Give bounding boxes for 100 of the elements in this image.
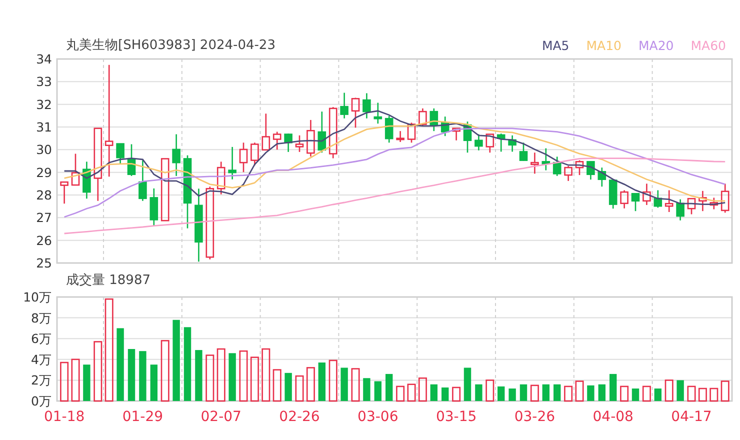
volume-bar bbox=[139, 351, 146, 401]
candlestick bbox=[328, 107, 338, 158]
candlestick bbox=[384, 116, 394, 143]
volume-bar bbox=[396, 386, 405, 402]
candlestick bbox=[720, 184, 730, 213]
candlestick bbox=[116, 143, 124, 164]
candlestick bbox=[463, 122, 472, 153]
volume-bar bbox=[554, 384, 561, 401]
volume-bar bbox=[295, 375, 304, 402]
volume-bar bbox=[250, 356, 259, 402]
volume-bar bbox=[60, 362, 69, 402]
candlestick bbox=[654, 190, 662, 208]
axis-label: 33 bbox=[36, 74, 52, 90]
axis-label: 01-18 bbox=[44, 409, 85, 425]
candlestick bbox=[127, 144, 136, 176]
volume-bar bbox=[710, 388, 718, 402]
legend-item: MA60 bbox=[690, 36, 726, 55]
candlestick bbox=[239, 142, 248, 172]
candlestick bbox=[418, 108, 427, 126]
volume-bar bbox=[318, 362, 326, 401]
axis-label: 03-06 bbox=[358, 409, 398, 425]
axis-label: 28 bbox=[36, 188, 52, 202]
candlestick bbox=[698, 190, 707, 212]
candlestick bbox=[340, 92, 348, 118]
candlestick bbox=[138, 160, 147, 201]
candlestick bbox=[564, 166, 572, 181]
volume-bar bbox=[486, 380, 494, 402]
candlestick bbox=[631, 192, 640, 212]
volume-bar bbox=[150, 364, 158, 401]
candlestick bbox=[172, 134, 180, 176]
volume-bar bbox=[452, 386, 461, 402]
legend-item: MA5 bbox=[542, 36, 570, 55]
volume-bar bbox=[508, 388, 516, 401]
candlestick bbox=[575, 160, 584, 176]
candlestick bbox=[60, 181, 68, 204]
candlestick bbox=[228, 146, 236, 180]
candlestick bbox=[284, 134, 292, 152]
chart-title: 丸美生物[SH603983] 2024-04-23 bbox=[65, 37, 276, 56]
volume-bar bbox=[206, 354, 214, 402]
volume-bar bbox=[71, 358, 80, 402]
volume-bar bbox=[464, 368, 472, 401]
candlestick bbox=[642, 184, 651, 205]
axis-label: 8万 bbox=[31, 310, 52, 326]
volume-bar bbox=[498, 386, 505, 401]
candlestick bbox=[160, 158, 170, 222]
volume-bar bbox=[564, 386, 573, 402]
volume-bar bbox=[160, 340, 170, 402]
candlestick bbox=[295, 135, 304, 152]
volume-bar bbox=[284, 372, 292, 401]
volume-bar bbox=[374, 381, 382, 401]
candlestick bbox=[216, 162, 226, 194]
candlestick bbox=[374, 102, 382, 124]
candlestick bbox=[362, 93, 371, 118]
volume-bar bbox=[239, 350, 248, 402]
candlestick bbox=[710, 198, 718, 210]
axis-label: 32 bbox=[36, 96, 52, 112]
axis-label: 4万 bbox=[31, 352, 52, 367]
volume-bar bbox=[351, 368, 360, 402]
volume-bar bbox=[620, 386, 629, 402]
volume-bar bbox=[262, 348, 270, 402]
candlestick bbox=[496, 134, 506, 152]
volume-label: 成交量 18987 bbox=[65, 272, 150, 290]
volume-bar bbox=[407, 384, 416, 402]
volume-bar bbox=[363, 378, 370, 401]
volume-bar bbox=[272, 369, 282, 402]
volume-bar bbox=[632, 388, 640, 401]
candlestick bbox=[262, 114, 270, 151]
volume-bar bbox=[575, 380, 584, 402]
volume-bar bbox=[720, 380, 730, 402]
candlestick bbox=[676, 199, 684, 220]
volume-bar bbox=[642, 386, 651, 402]
volume-bar bbox=[520, 384, 528, 401]
candlestick bbox=[552, 156, 562, 176]
candlestick bbox=[396, 131, 404, 142]
axis-label: 26 bbox=[36, 232, 52, 248]
volume-bar bbox=[654, 388, 662, 401]
candlestick bbox=[620, 190, 628, 208]
axis-label: 02-07 bbox=[200, 409, 242, 425]
axis-label: 10万 bbox=[23, 290, 52, 304]
candlestick bbox=[687, 198, 696, 214]
volume-bar bbox=[216, 348, 226, 402]
axis-label: 01-29 bbox=[122, 409, 164, 425]
volume-bar bbox=[664, 380, 674, 402]
volume-bar bbox=[676, 380, 684, 401]
axis-label: 2万 bbox=[31, 372, 52, 388]
volume-bar bbox=[418, 377, 427, 402]
volume-bar bbox=[386, 374, 393, 401]
candlestick bbox=[318, 112, 326, 153]
volume-bar bbox=[587, 385, 594, 401]
volume-bar bbox=[306, 367, 315, 402]
candlestick bbox=[608, 180, 618, 209]
legend-item: MA20 bbox=[638, 36, 674, 55]
volume-bar bbox=[542, 384, 550, 401]
axis-label: 04-08 bbox=[592, 409, 634, 425]
candlestick bbox=[150, 188, 158, 226]
axis-label: 6万 bbox=[31, 331, 52, 346]
volume-bar bbox=[83, 364, 90, 401]
candlestick bbox=[474, 134, 483, 150]
legend-item: MA10 bbox=[586, 36, 622, 55]
axis-label: 29 bbox=[36, 164, 52, 180]
